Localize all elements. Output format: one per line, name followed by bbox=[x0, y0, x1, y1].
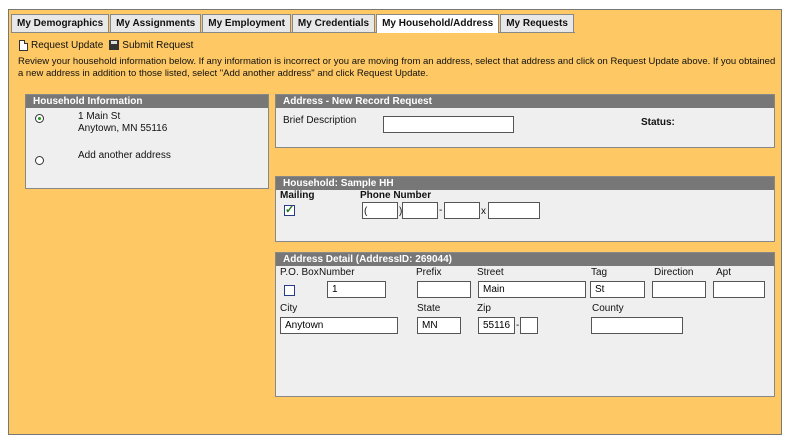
intro-text: Review your household information below.… bbox=[18, 56, 776, 79]
po-box-label: P.O. Box bbox=[280, 267, 319, 278]
phone-open-paren: ( bbox=[364, 206, 368, 217]
tag-label: Tag bbox=[591, 267, 608, 278]
new-record-request-panel: Address - New Record Request Brief Descr… bbox=[275, 94, 775, 148]
add-another-address-label: Add another address bbox=[78, 150, 171, 161]
request-update-button[interactable]: Request Update bbox=[19, 39, 104, 51]
apt-input[interactable] bbox=[713, 281, 765, 298]
state-label: State bbox=[417, 303, 441, 314]
household-title: Household: Sample HH bbox=[276, 177, 774, 190]
city-input[interactable] bbox=[280, 317, 398, 334]
address-detail-panel: Address Detail (AddressID: 269044) P.O. … bbox=[275, 252, 775, 397]
household-information-panel: Household Information 1 Main St Anytown,… bbox=[25, 94, 269, 189]
phone-ext-label: x bbox=[481, 206, 486, 217]
phone-extension-input[interactable] bbox=[488, 202, 540, 219]
direction-label: Direction bbox=[654, 267, 694, 278]
phone-prefix-input[interactable] bbox=[402, 202, 438, 219]
document-icon bbox=[19, 39, 28, 51]
zip-separator: - bbox=[516, 320, 520, 331]
tab-assignments[interactable]: My Assignments bbox=[110, 14, 202, 32]
mailing-label: Mailing bbox=[280, 190, 315, 201]
zip4-input[interactable] bbox=[520, 317, 538, 334]
phone-area-code-input[interactable] bbox=[362, 202, 398, 219]
tab-household-address[interactable]: My Household/Address bbox=[376, 14, 500, 33]
phone-dash: - bbox=[439, 205, 443, 216]
county-label: County bbox=[592, 303, 624, 314]
street-input[interactable] bbox=[478, 281, 586, 298]
request-update-label: Request Update bbox=[31, 39, 104, 51]
household-panel: Household: Sample HH Mailing Phone Numbe… bbox=[275, 176, 775, 242]
add-another-address-radio[interactable] bbox=[35, 156, 44, 165]
address-radio[interactable] bbox=[35, 114, 44, 123]
tab-employment[interactable]: My Employment bbox=[202, 14, 291, 32]
city-label: City bbox=[280, 303, 298, 314]
phone-number-label: Phone Number bbox=[360, 190, 432, 201]
address-line2: Anytown, MN 55116 bbox=[78, 123, 168, 134]
save-disk-icon bbox=[109, 40, 120, 50]
prefix-label: Prefix bbox=[416, 267, 442, 278]
app-frame: My Demographics My Assignments My Employ… bbox=[8, 9, 782, 435]
submit-request-button[interactable]: Submit Request bbox=[109, 40, 193, 51]
zip-input[interactable] bbox=[478, 317, 515, 334]
number-input[interactable] bbox=[327, 281, 386, 298]
mailing-checkbox[interactable] bbox=[284, 203, 295, 216]
state-input[interactable] bbox=[417, 317, 461, 334]
tab-requests[interactable]: My Requests bbox=[500, 14, 574, 32]
toolbar: Request Update Submit Request bbox=[19, 38, 199, 52]
phone-line-input[interactable] bbox=[444, 202, 480, 219]
tab-demographics[interactable]: My Demographics bbox=[11, 14, 110, 32]
apt-label: Apt bbox=[716, 267, 732, 278]
address-line1: 1 Main St bbox=[78, 111, 121, 122]
prefix-input[interactable] bbox=[417, 281, 471, 298]
street-label: Street bbox=[477, 267, 504, 278]
submit-request-label: Submit Request bbox=[122, 39, 194, 51]
tab-credentials[interactable]: My Credentials bbox=[291, 14, 376, 32]
address-detail-title: Address Detail (AddressID: 269044) bbox=[276, 253, 774, 266]
brief-description-input[interactable] bbox=[383, 116, 514, 133]
tag-input[interactable] bbox=[590, 281, 645, 298]
tab-bar: My Demographics My Assignments My Employ… bbox=[11, 14, 575, 33]
household-information-title: Household Information bbox=[26, 95, 268, 108]
po-box-checkbox[interactable] bbox=[284, 285, 295, 296]
county-input[interactable] bbox=[591, 317, 683, 334]
status-label: Status: bbox=[641, 117, 675, 128]
new-record-request-title: Address - New Record Request bbox=[276, 95, 774, 108]
brief-description-label: Brief Description bbox=[283, 115, 357, 126]
direction-input[interactable] bbox=[652, 281, 706, 298]
number-label: Number bbox=[319, 267, 355, 278]
zip-label: Zip bbox=[477, 303, 491, 314]
